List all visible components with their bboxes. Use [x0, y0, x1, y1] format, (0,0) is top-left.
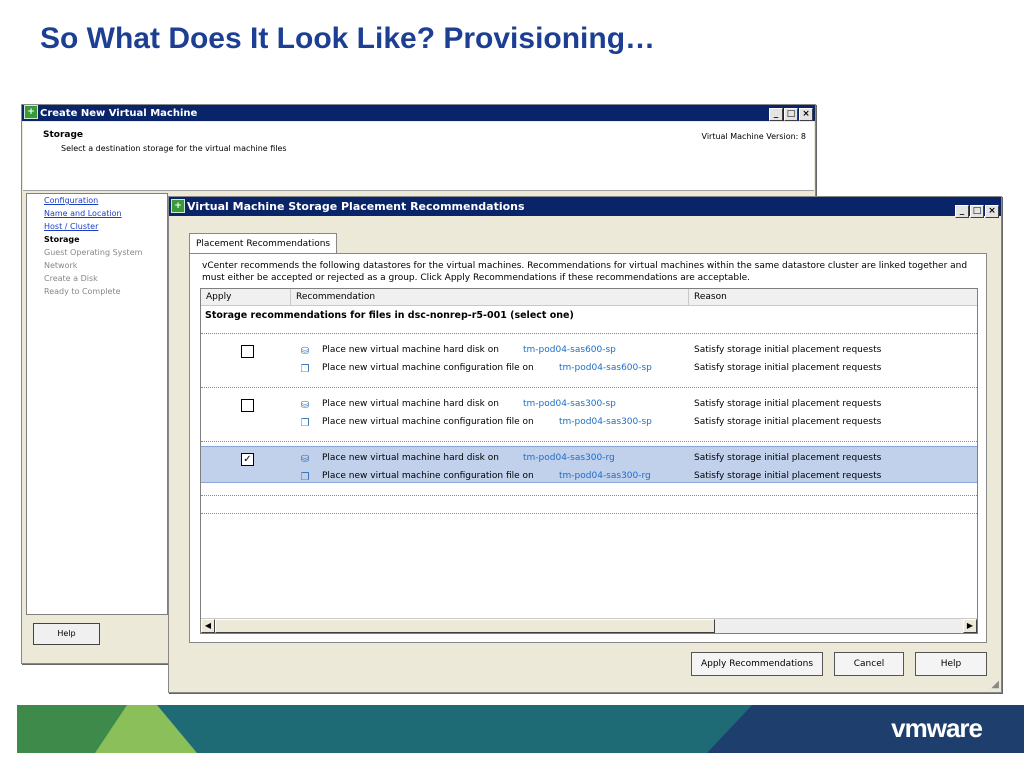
placement-title: Virtual Machine Storage Placement Recomm…	[187, 200, 525, 213]
nav-network: Network	[44, 261, 78, 270]
help-button[interactable]: Help	[915, 652, 987, 676]
row-separator	[201, 333, 977, 334]
column-reason[interactable]: Reason	[689, 289, 977, 305]
nav-name-and-location[interactable]: Name and Location	[44, 209, 122, 218]
nav-configuration[interactable]: Configuration	[44, 196, 98, 205]
window-controls: _ □ ×	[768, 106, 813, 121]
reason-text: Satisfy storage initial placement reques…	[694, 399, 882, 409]
cancel-button[interactable]: Cancel	[834, 652, 904, 676]
row-separator	[201, 441, 977, 442]
footer-graphic	[17, 705, 1024, 753]
datastore-link[interactable]: tm-pod04-sas300-sp	[523, 399, 616, 409]
recommendation-text: Place new virtual machine hard disk on	[322, 399, 499, 409]
apply-recommendations-button[interactable]: Apply Recommendations	[691, 652, 823, 676]
footer-banner: vmware	[17, 705, 1024, 753]
apply-checkbox-3[interactable]: ✓	[241, 453, 254, 466]
datastore-link[interactable]: tm-pod04-sas300-rg	[559, 471, 651, 481]
datastore-link[interactable]: tm-pod04-sas300-sp	[559, 417, 652, 427]
apply-checkbox-1[interactable]	[241, 345, 254, 358]
config-file-icon: ❐	[300, 418, 310, 429]
group-header: Storage recommendations for files in dsc…	[205, 310, 574, 321]
vm-version-label: Virtual Machine Version: 8	[701, 132, 806, 141]
vm-wizard-icon: +	[24, 105, 38, 119]
minimize-icon[interactable]: _	[769, 108, 783, 121]
hard-disk-icon: ⛁	[300, 454, 310, 465]
row-separator	[201, 495, 977, 496]
minimize-icon[interactable]: _	[955, 205, 969, 218]
config-file-icon: ❐	[300, 472, 310, 483]
scroll-right-icon[interactable]: ▶	[963, 619, 977, 633]
recommendation-text: Place new virtual machine configuration …	[322, 363, 534, 373]
recommendation-text: Place new virtual machine configuration …	[322, 471, 534, 481]
wizard-header: Storage Select a destination storage for…	[23, 122, 814, 191]
horizontal-scrollbar[interactable]: ◀ ▶	[201, 618, 977, 633]
reason-text: Satisfy storage initial placement reques…	[694, 417, 882, 427]
wizard-nav: Configuration Name and Location Host / C…	[26, 193, 168, 615]
vmware-logo: vmware	[891, 713, 983, 743]
recommendation-text: Place new virtual machine hard disk on	[322, 345, 499, 355]
scroll-thumb[interactable]	[215, 619, 715, 633]
create-vm-titlebar[interactable]: + Create New Virtual Machine _ □ ×	[22, 105, 815, 121]
nav-create-disk: Create a Disk	[44, 274, 98, 283]
datastore-link[interactable]: tm-pod04-sas600-sp	[523, 345, 616, 355]
nav-ready-to-complete: Ready to Complete	[44, 287, 121, 296]
close-icon[interactable]: ×	[985, 205, 999, 218]
nav-host-cluster[interactable]: Host / Cluster	[44, 222, 98, 231]
reason-text: Satisfy storage initial placement reques…	[694, 453, 882, 463]
reason-text: Satisfy storage initial placement reques…	[694, 363, 882, 373]
reason-text: Satisfy storage initial placement reques…	[694, 471, 882, 481]
apply-checkbox-2[interactable]	[241, 399, 254, 412]
nav-storage: Storage	[44, 235, 80, 244]
wizard-step-title: Storage	[43, 130, 84, 140]
recommendation-description: vCenter recommends the following datasto…	[202, 261, 968, 283]
recommendation-text: Place new virtual machine configuration …	[322, 417, 534, 427]
config-file-icon: ❐	[300, 364, 310, 375]
scroll-left-icon[interactable]: ◀	[201, 619, 215, 633]
slide-title: So What Does It Look Like? Provisioning…	[40, 22, 656, 55]
grid-header: Apply Recommendation Reason	[201, 289, 977, 306]
vm-storage-icon: +	[171, 199, 185, 213]
datastore-link[interactable]: tm-pod04-sas600-sp	[559, 363, 652, 373]
maximize-icon[interactable]: □	[784, 108, 798, 121]
create-vm-title: Create New Virtual Machine	[40, 108, 198, 119]
resize-grip-icon[interactable]: ◢	[991, 679, 999, 690]
placement-tab-panel: vCenter recommends the following datasto…	[189, 253, 987, 643]
nav-guest-os: Guest Operating System	[44, 248, 143, 257]
datastore-link[interactable]: tm-pod04-sas300-rg	[523, 453, 615, 463]
recommendation-grid: Apply Recommendation Reason Storage reco…	[200, 288, 978, 634]
recommendation-text: Place new virtual machine hard disk on	[322, 453, 499, 463]
hard-disk-icon: ⛁	[300, 400, 310, 411]
wizard-help-button[interactable]: Help	[33, 623, 100, 645]
wizard-step-subtitle: Select a destination storage for the vir…	[61, 144, 287, 153]
column-recommendation[interactable]: Recommendation	[291, 289, 689, 305]
row-separator	[201, 513, 977, 514]
placement-window-controls: _ □ ×	[954, 200, 999, 218]
tab-placement-recommendations[interactable]: Placement Recommendations	[189, 233, 338, 254]
column-apply[interactable]: Apply	[201, 289, 291, 305]
placement-titlebar[interactable]: + Virtual Machine Storage Placement Recom…	[169, 197, 1001, 218]
maximize-icon[interactable]: □	[970, 205, 984, 218]
reason-text: Satisfy storage initial placement reques…	[694, 345, 882, 355]
close-icon[interactable]: ×	[799, 108, 813, 121]
row-separator	[201, 387, 977, 388]
hard-disk-icon: ⛁	[300, 346, 310, 357]
placement-window: + Virtual Machine Storage Placement Recom…	[168, 196, 1002, 693]
